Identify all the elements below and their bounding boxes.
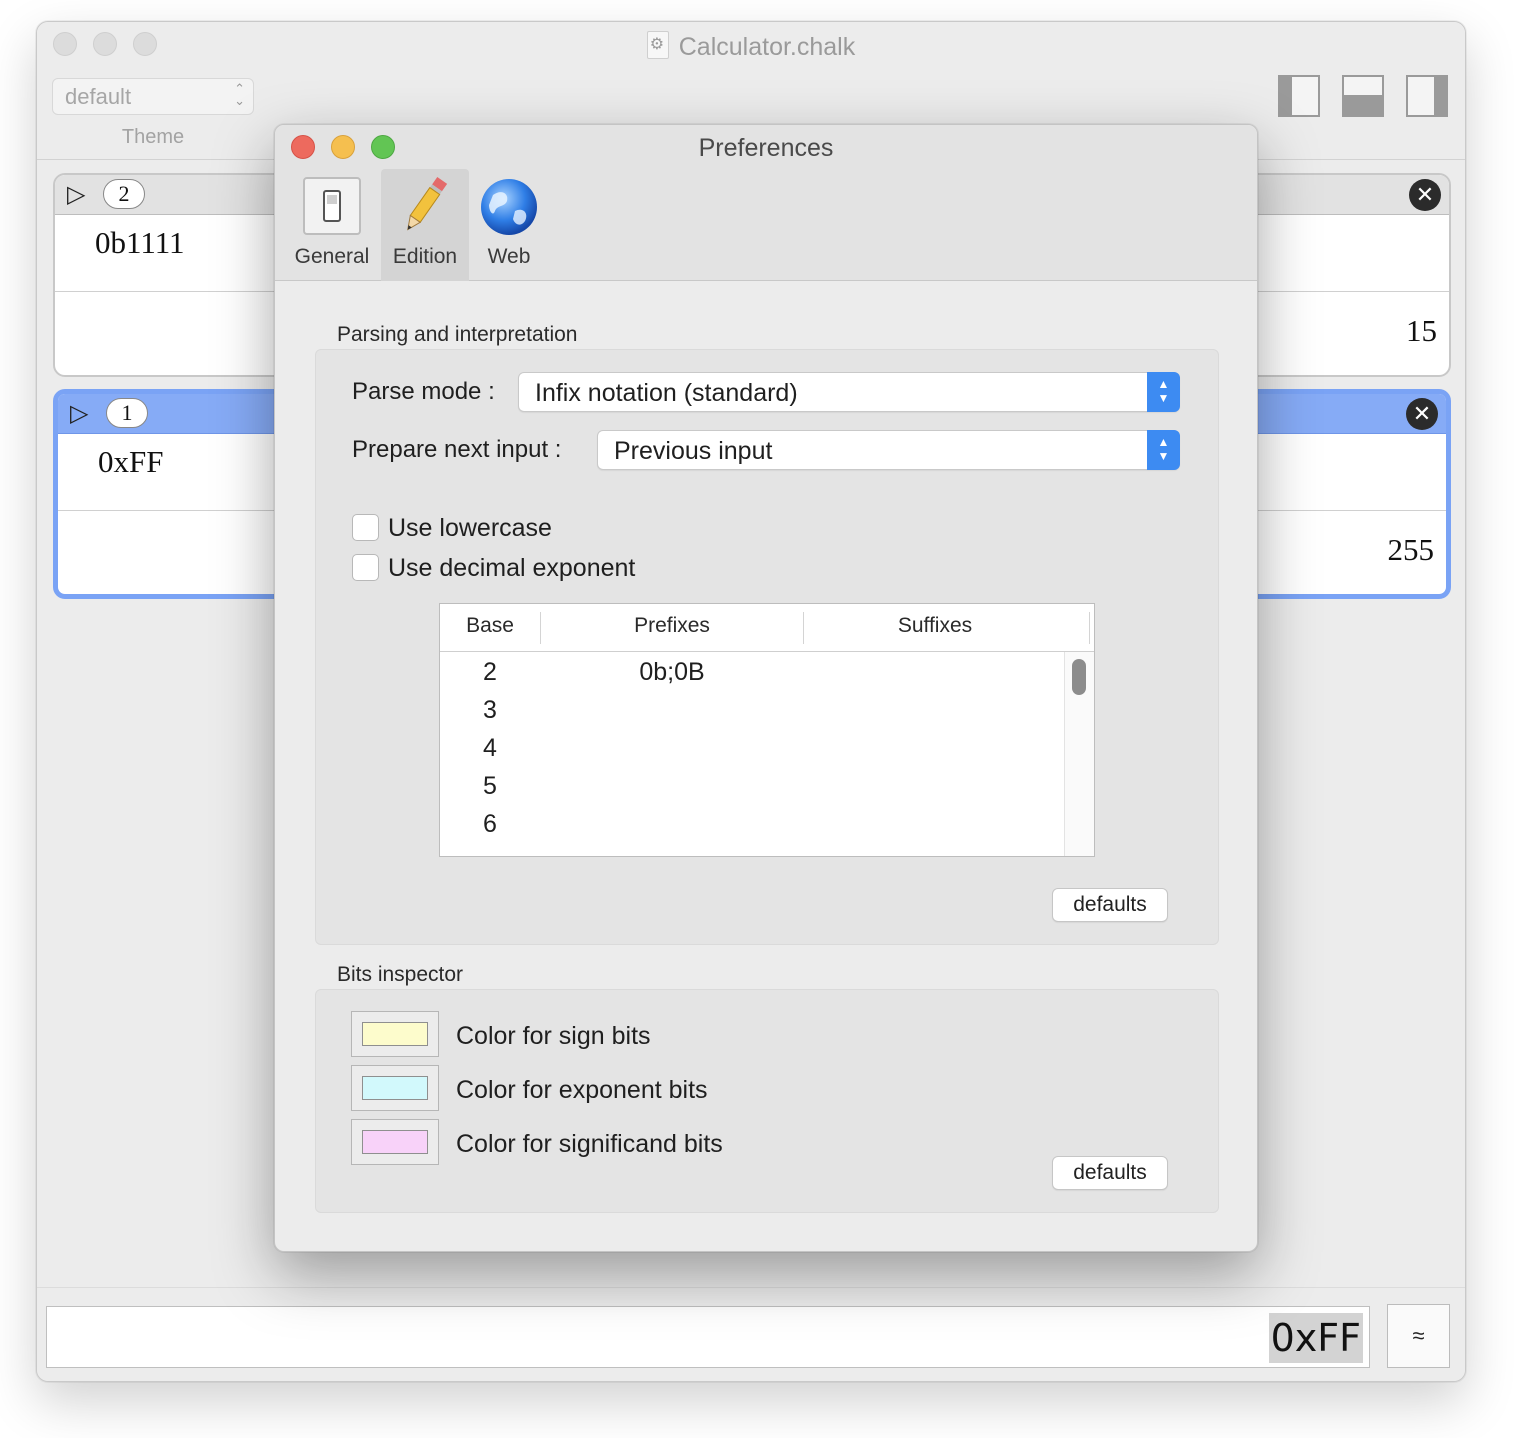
switch-icon: [303, 177, 361, 235]
theme-label: Theme: [121, 126, 185, 148]
tab-edition[interactable]: Edition: [381, 169, 469, 281]
exponent-bits-label: Color for exponent bits: [456, 1076, 708, 1104]
exponent-bits-color-swatch: [362, 1076, 428, 1100]
tab-edition-label: Edition: [392, 245, 458, 268]
cell-result: 15: [1406, 313, 1437, 348]
use-decimal-exponent-checkbox[interactable]: [352, 554, 379, 581]
sign-bits-color-swatch: [362, 1022, 428, 1046]
use-lowercase-checkbox[interactable]: [352, 514, 379, 541]
bits-inspector-section-label: Bits inspector: [337, 963, 464, 986]
cell-base: 6: [483, 810, 497, 838]
cell-base: 2: [483, 658, 497, 686]
expression-input-value: 0xFF: [1268, 1313, 1363, 1363]
use-decimal-exponent-label: Use decimal exponent: [388, 554, 636, 582]
close-cell-icon[interactable]: ✕: [1406, 398, 1438, 430]
layout-bottom-button[interactable]: [1342, 75, 1384, 117]
cell-number: 2: [103, 179, 145, 209]
significand-bits-color-well[interactable]: [351, 1119, 439, 1165]
layout-right-button[interactable]: [1406, 75, 1448, 117]
column-separator: [1089, 612, 1090, 644]
table-scrollbar[interactable]: [1064, 652, 1094, 856]
preferences-title: Preferences: [698, 134, 834, 162]
theme-select[interactable]: default ⌃ ⌄: [52, 78, 254, 115]
pencil-icon: [407, 176, 448, 231]
tab-web[interactable]: Web: [473, 169, 545, 281]
theme-select-value: default: [65, 84, 132, 109]
close-cell-icon[interactable]: ✕: [1409, 179, 1441, 211]
layout-right-icon: [1434, 77, 1446, 115]
scrollbar-thumb[interactable]: [1072, 659, 1086, 695]
window-title: Calculator.chalk: [37, 31, 1465, 62]
cell-result: 255: [1387, 532, 1435, 567]
prepare-next-input-label: Prepare next input :: [352, 436, 562, 463]
cell-base: 4: [483, 734, 497, 762]
globe-icon: [481, 179, 537, 235]
cell-input[interactable]: 0xFF: [98, 444, 163, 480]
tab-general-label: General: [294, 245, 370, 268]
preferences-window: Preferences General Edition Web Parsing …: [274, 124, 1258, 1252]
prepare-next-input-value: Previous input: [614, 437, 773, 465]
sign-bits-color-well[interactable]: [351, 1011, 439, 1057]
bits-defaults-button[interactable]: defaults: [1052, 1156, 1168, 1190]
parse-mode-label: Parse mode :: [352, 378, 495, 405]
preferences-toolbar: Preferences General Edition Web: [275, 125, 1257, 281]
sign-bits-label: Color for sign bits: [456, 1022, 651, 1050]
tab-general[interactable]: General: [287, 169, 377, 281]
prepare-next-input-popup[interactable]: Previous input ▲ ▼: [597, 430, 1180, 470]
base-table[interactable]: Base Prefixes Suffixes 2 0b;0B 3 4 5 6: [439, 603, 1095, 857]
approx-button[interactable]: ≈: [1387, 1304, 1450, 1368]
bits-inspector-group: Color for sign bits Color for exponent b…: [315, 989, 1219, 1213]
parse-mode-value: Infix notation (standard): [535, 379, 798, 407]
exponent-bits-color-well[interactable]: [351, 1065, 439, 1111]
cell-input[interactable]: 0b1111: [95, 225, 185, 261]
column-base[interactable]: Base: [440, 614, 540, 638]
tab-web-label: Web: [487, 245, 531, 268]
cell-base: 5: [483, 772, 497, 800]
column-suffixes[interactable]: Suffixes: [804, 614, 1066, 638]
significand-bits-label: Color for significand bits: [456, 1130, 723, 1158]
use-lowercase-label: Use lowercase: [388, 514, 552, 542]
parsing-section-label: Parsing and interpretation: [337, 323, 578, 346]
parse-mode-popup[interactable]: Infix notation (standard) ▲ ▼: [518, 372, 1180, 412]
expression-input[interactable]: 0xFF: [46, 1306, 1370, 1368]
window-title-text: Calculator.chalk: [678, 33, 856, 61]
table-header: Base Prefixes Suffixes: [440, 604, 1094, 652]
cell-prefixes: 0b;0B: [639, 658, 705, 686]
popup-arrows-icon: ▲ ▼: [1147, 430, 1180, 470]
popup-arrows-icon: ▲ ▼: [1147, 372, 1180, 412]
cell-base: 3: [483, 696, 497, 724]
column-prefixes[interactable]: Prefixes: [541, 614, 803, 638]
layout-left-icon: [1280, 77, 1292, 115]
play-icon[interactable]: ▷: [67, 181, 85, 209]
input-bar: 0xFF ≈: [37, 1287, 1465, 1381]
cell-number: 1: [106, 398, 148, 428]
layout-bottom-icon: [1344, 95, 1382, 115]
document-icon: [646, 31, 669, 59]
layout-left-button[interactable]: [1278, 75, 1320, 117]
significand-bits-color-swatch: [362, 1130, 428, 1154]
play-icon[interactable]: ▷: [70, 400, 88, 428]
parsing-defaults-button[interactable]: defaults: [1052, 888, 1168, 922]
select-arrows-icon: ⌃ ⌄: [234, 81, 245, 108]
